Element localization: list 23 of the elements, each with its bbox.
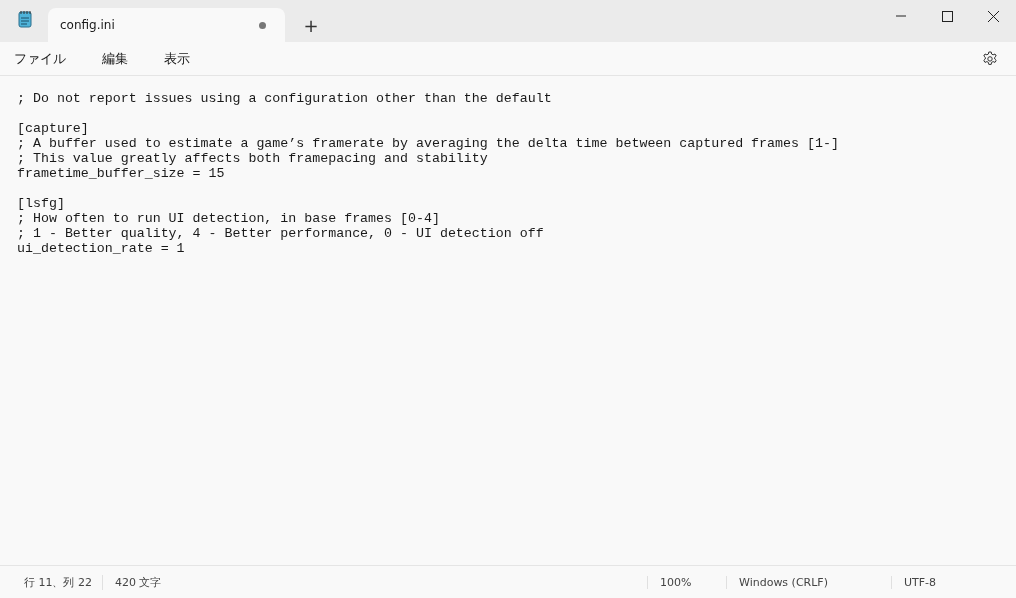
character-count: 420 文字 bbox=[114, 574, 163, 590]
encoding: UTF-8 bbox=[891, 575, 1016, 589]
notepad-icon bbox=[18, 10, 32, 28]
new-tab-button[interactable]: + bbox=[291, 8, 331, 42]
close-icon bbox=[987, 10, 999, 22]
code-line: ; This value greatly affects both framepacing and stability bbox=[17, 151, 489, 166]
menu-item[interactable]: 編集 bbox=[94, 45, 136, 72]
code-line: ; How often to run UI detection, in base frames [0-4] bbox=[17, 211, 441, 226]
code-line: ui_detection_rate = 1 bbox=[17, 241, 186, 256]
menu-item[interactable]: 表示 bbox=[156, 45, 198, 72]
code-line: ; 1 - Better quality, 4 - Better performance, 0 - UI detection off bbox=[17, 226, 545, 241]
menu-item[interactable]: ファイル bbox=[6, 45, 74, 72]
settings-icon bbox=[982, 50, 998, 67]
zoom-level: 100% bbox=[647, 575, 726, 589]
code-line: [lsfg] bbox=[17, 196, 66, 211]
code-line: ; Do not report issues using a configuration other than the default bbox=[17, 91, 553, 106]
maximize-icon bbox=[941, 10, 953, 22]
line-ending: Windows (CRLF) bbox=[726, 575, 891, 589]
code-line: [capture] bbox=[17, 121, 90, 136]
code-line: ; A buffer used to estimate a game’s framerate by averaging the delta time between captured frames [1-] bbox=[17, 136, 840, 151]
document-tab[interactable]: config.ini bbox=[48, 8, 285, 42]
code-line: frametime_buffer_size = 15 bbox=[17, 166, 226, 181]
cursor-position: 行 11、列 22 bbox=[0, 574, 103, 590]
